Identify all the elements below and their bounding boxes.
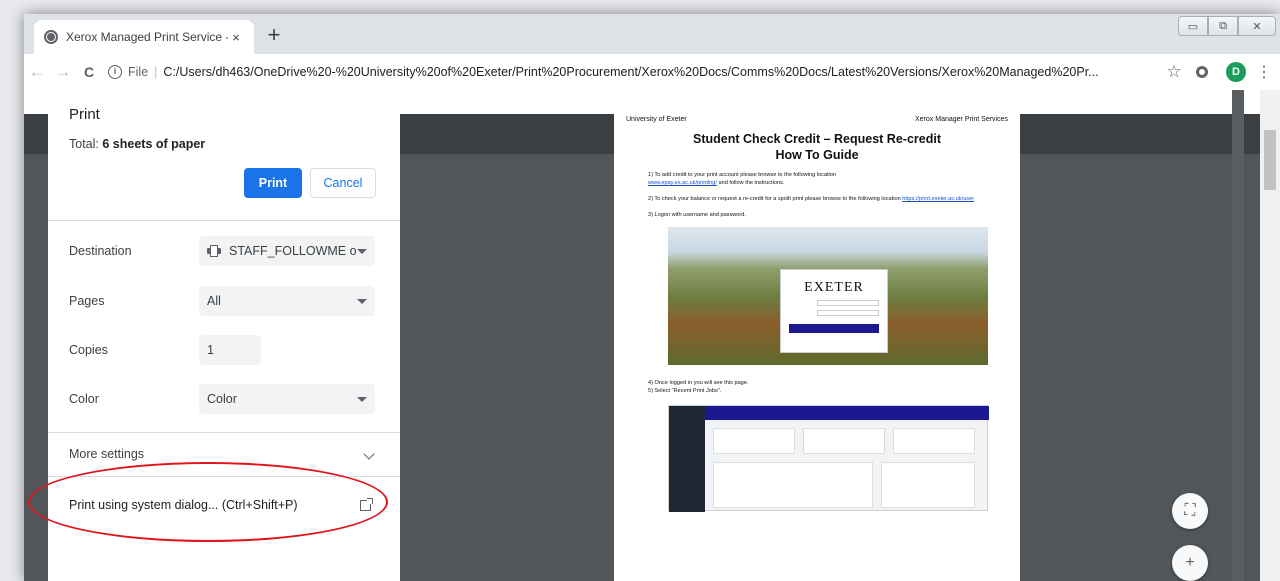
color-value: Color bbox=[207, 392, 237, 406]
more-settings-row[interactable]: More settings bbox=[69, 447, 379, 461]
destination-row: Destination STAFF_FOLLOWME or bbox=[69, 236, 379, 266]
reload-icon[interactable]: C bbox=[76, 64, 102, 80]
username-field bbox=[817, 300, 879, 306]
preview-step-5: 5) Select "Recent Print Jobs". bbox=[648, 388, 722, 394]
scrollbar-thumb[interactable] bbox=[1264, 130, 1276, 190]
more-settings-label: More settings bbox=[69, 447, 145, 461]
url-scheme: File bbox=[128, 65, 149, 79]
profile-avatar[interactable]: D bbox=[1226, 62, 1246, 82]
close-window-button[interactable]: ✕ bbox=[1238, 16, 1276, 36]
preview-step-4: 4) Once logged in you will see this page… bbox=[648, 380, 749, 386]
copies-label: Copies bbox=[69, 343, 108, 357]
destination-select[interactable]: STAFF_FOLLOWME or bbox=[199, 236, 375, 266]
new-tab-button[interactable]: + bbox=[262, 24, 286, 48]
tab-title: Xerox Managed Print Service - St bbox=[66, 30, 228, 44]
cancel-button[interactable]: Cancel bbox=[310, 168, 376, 198]
divider bbox=[48, 432, 400, 433]
sheet-total: Total: 6 sheets of paper bbox=[69, 137, 379, 151]
step-1-tail: and follow the instructions. bbox=[716, 180, 785, 186]
step-1-text: 1) To add credit to your print account p… bbox=[648, 172, 837, 178]
copies-value: 1 bbox=[207, 343, 214, 357]
total-value: 6 sheets of paper bbox=[102, 137, 206, 151]
print-header: Print Total: 6 sheets of paper bbox=[48, 90, 400, 151]
minimize-button[interactable]: ▭ bbox=[1178, 16, 1208, 36]
color-select[interactable]: Color bbox=[199, 384, 375, 414]
preview-steps: 1) To add credit to your print account p… bbox=[648, 171, 1008, 219]
preview-header-row: University of Exeter Xerox Manager Print… bbox=[626, 116, 1008, 123]
preview-org-left: University of Exeter bbox=[626, 116, 687, 123]
page-content: University of Exeter Xerox Manager Print… bbox=[24, 90, 1280, 581]
pages-select[interactable]: All bbox=[199, 286, 375, 316]
destination-value: STAFF_FOLLOWME or bbox=[229, 244, 357, 258]
browser-toolbar: ← → C i File | C:/Users/dh463/OneDrive%2… bbox=[24, 54, 1280, 90]
close-tab-icon[interactable]: × bbox=[228, 30, 244, 45]
dashboard-card bbox=[893, 428, 975, 454]
page-scrollbar[interactable] bbox=[1260, 90, 1280, 581]
pages-value: All bbox=[207, 294, 221, 308]
address-bar[interactable]: i File | C:/Users/dh463/OneDrive%20-%20U… bbox=[108, 58, 1156, 86]
dashboard-sidebar bbox=[669, 406, 705, 512]
bookmark-star-icon[interactable]: ☆ bbox=[1162, 62, 1186, 82]
dashboard-card bbox=[713, 428, 795, 454]
print-actions: Print Cancel bbox=[244, 168, 376, 198]
chevron-down-icon bbox=[357, 298, 367, 304]
dashboard-screenshot bbox=[668, 405, 989, 512]
color-label: Color bbox=[69, 392, 99, 406]
chevron-down-icon bbox=[363, 448, 375, 460]
browser-tab[interactable]: Xerox Managed Print Service - St × bbox=[34, 20, 254, 54]
url-text: C:/Users/dh463/OneDrive%20-%20University… bbox=[163, 65, 1099, 79]
divider bbox=[48, 220, 400, 221]
pages-label: Pages bbox=[69, 294, 105, 308]
copies-input[interactable]: 1 bbox=[199, 335, 261, 365]
color-row: Color Color bbox=[69, 384, 379, 414]
print-user-link[interactable]: https://print.exeter.ac.uk/user bbox=[902, 196, 974, 202]
chevron-down-icon bbox=[357, 396, 367, 402]
preview-step-1: 1) To add credit to your print account p… bbox=[648, 171, 1008, 187]
fit-to-page-button[interactable]: ⛶ bbox=[1172, 493, 1208, 529]
password-field bbox=[817, 310, 879, 316]
red-annotation-ellipse bbox=[28, 462, 388, 542]
print-preview-page: University of Exeter Xerox Manager Print… bbox=[614, 90, 1020, 581]
back-icon[interactable]: ← bbox=[24, 62, 50, 82]
pages-row: Pages All bbox=[69, 286, 379, 316]
print-settings-panel: Print Total: 6 sheets of paper Print Can… bbox=[28, 90, 400, 581]
preview-step-3: 3) Logon with username and password. bbox=[648, 212, 746, 218]
campus-login-image: EXETER bbox=[668, 227, 988, 365]
exeter-logo: EXETER bbox=[804, 280, 864, 295]
login-button-image bbox=[789, 324, 879, 333]
url-separator: | bbox=[154, 65, 158, 79]
globe-icon bbox=[44, 30, 58, 44]
login-box: EXETER bbox=[780, 269, 888, 353]
dashboard-card bbox=[803, 428, 885, 454]
zoom-in-button[interactable]: + bbox=[1172, 545, 1208, 581]
copies-row: Copies 1 bbox=[69, 335, 379, 365]
preview-heading-line-1: Student Check Credit – Request Re-credit bbox=[693, 132, 941, 146]
extension-icon[interactable] bbox=[1196, 66, 1208, 78]
preview-org-right: Xerox Manager Print Services bbox=[915, 116, 1008, 123]
restore-button[interactable]: ⧉ bbox=[1208, 16, 1238, 36]
epay-link[interactable]: www.epay.ex.ac.uk/printing/ bbox=[648, 180, 717, 186]
destination-label: Destination bbox=[69, 244, 132, 258]
printer-icon bbox=[207, 245, 221, 257]
browser-window: Xerox Managed Print Service - St × + ▭ ⧉… bbox=[24, 14, 1280, 581]
print-button[interactable]: Print bbox=[244, 168, 302, 198]
total-prefix: Total: bbox=[69, 137, 103, 151]
chevron-down-icon bbox=[357, 248, 367, 254]
preview-step-2: 2) To check your balance or request a re… bbox=[648, 195, 1008, 203]
preview-steps-2: 4) Once logged in you will see this page… bbox=[648, 379, 1008, 395]
dashboard-chart bbox=[713, 462, 873, 508]
forward-icon[interactable]: → bbox=[50, 62, 76, 82]
preview-heading: Student Check Credit – Request Re-credit… bbox=[626, 131, 1008, 163]
window-controls: ▭ ⧉ ✕ bbox=[1178, 16, 1276, 36]
step-2-text: 2) To check your balance or request a re… bbox=[648, 196, 903, 202]
print-title: Print bbox=[69, 106, 100, 123]
dashboard-list bbox=[881, 462, 975, 508]
info-icon[interactable]: i bbox=[108, 65, 122, 79]
preview-heading-line-2: How To Guide bbox=[775, 148, 859, 162]
menu-icon[interactable]: ⋮ bbox=[1254, 62, 1274, 82]
dashboard-topbar bbox=[669, 406, 989, 420]
tab-strip: Xerox Managed Print Service - St × + ▭ ⧉… bbox=[24, 14, 1280, 54]
preview-scroll-track bbox=[1232, 90, 1244, 581]
